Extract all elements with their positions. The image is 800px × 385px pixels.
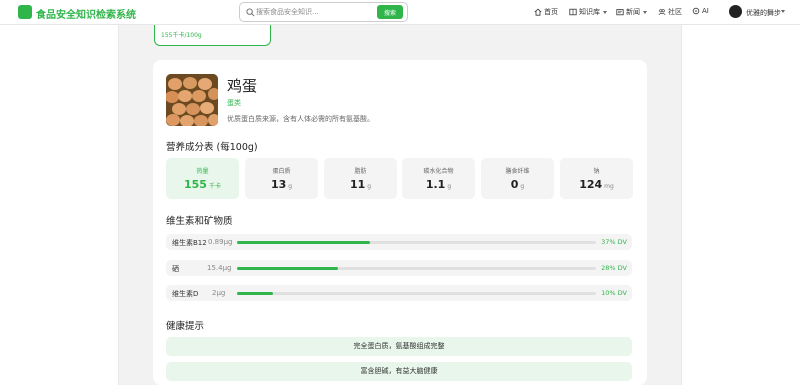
food-name: 鸡蛋	[227, 77, 258, 95]
nutrient-number: 13	[270, 178, 287, 191]
nutrient-unit: g	[288, 183, 293, 190]
vitamin-progress-track	[237, 267, 596, 270]
nav-home-label: 首页	[544, 8, 558, 16]
app-title[interactable]: 食品安全知识检索系统	[36, 6, 136, 21]
chevron-down-icon	[643, 10, 647, 14]
news-icon	[616, 9, 624, 16]
nutrient-unit: g	[447, 183, 452, 190]
vitamin-name: 维生素D	[172, 290, 199, 298]
nutrient-value: 1.1 g	[402, 178, 475, 191]
nutrient-card-fat: 脂肪 11 g	[324, 158, 397, 199]
nav-ai-label: AI	[702, 7, 709, 15]
food-image	[166, 74, 218, 126]
search-bar: 搜索	[239, 2, 408, 22]
nav-community[interactable]: 社区	[658, 7, 682, 17]
health-tip: 完全蛋白质，氨基酸组成完整	[166, 337, 632, 356]
search-input[interactable]	[256, 6, 366, 18]
food-category[interactable]: 蛋类	[227, 98, 241, 108]
vitamin-progress-track	[237, 292, 596, 295]
nutrient-value: 11 g	[324, 178, 397, 191]
nutrient-label: 脂肪	[354, 168, 367, 175]
vitamin-dv: 10% DV	[601, 289, 627, 297]
vitamin-progress-fill	[237, 267, 338, 270]
vitamins-title: 维生素和矿物质	[166, 216, 233, 227]
nutrient-value: 0g	[481, 178, 554, 191]
nutrient-value: 155 千卡	[166, 178, 239, 191]
vitamin-progress-track	[237, 241, 596, 244]
nutrient-unit: g	[520, 183, 525, 190]
nutrient-label: 蛋白质	[272, 168, 291, 175]
nutrient-unit: 千卡	[208, 183, 221, 190]
nutrient-unit: mg	[604, 183, 614, 190]
search-icon	[246, 8, 255, 17]
nutrient-number: 124	[579, 178, 603, 191]
nutrient-card-sodium: 钠 124 mg	[560, 158, 633, 199]
nutrient-value: 124 mg	[560, 178, 633, 191]
nav-knowledge-label: 知识库	[579, 8, 600, 16]
logo-icon[interactable]	[18, 5, 32, 19]
health-tip: 富含胆碱，有益大脑健康	[166, 362, 632, 381]
vitamin-amount: 0.89μg	[208, 238, 233, 246]
vitamin-progress-fill	[237, 292, 273, 295]
vitamin-dv: 28% DV	[601, 264, 627, 272]
nutrient-card-calories: 热量 155 千卡	[166, 158, 239, 199]
vitamin-name: 硒	[172, 265, 179, 273]
nutrient-card-protein: 蛋白质 13 g	[245, 158, 318, 199]
nav-knowledge[interactable]: 知识库	[569, 7, 607, 17]
egg-basket-icon	[166, 74, 218, 126]
top-header: 食品安全知识检索系统 搜索 首页 知识库 新闻 社区 AI 优雅的舞步	[0, 0, 800, 25]
nutrient-number: 1.1	[425, 178, 446, 191]
nav-home[interactable]: 首页	[534, 7, 558, 17]
vitamin-row: 维生素B12 0.89μg 37% DV	[166, 234, 632, 250]
nutrient-card-fiber: 膳食纤维 0g	[481, 158, 554, 199]
nutrient-label: 钠	[593, 168, 600, 175]
nav-community-label: 社区	[668, 8, 682, 16]
vitamin-amount: 2μg	[212, 289, 226, 297]
nutrient-card-carbs: 碳水化合物 1.1 g	[402, 158, 475, 199]
nutrient-number: 11	[349, 178, 366, 191]
nutrient-number: 0	[510, 178, 519, 191]
nutrient-unit: g	[367, 183, 372, 190]
vitamin-progress-fill	[237, 241, 370, 244]
search-button[interactable]: 搜索	[377, 5, 403, 19]
nutrition-title: 营养成分表 (每100g)	[166, 142, 258, 153]
nav-ai[interactable]: AI	[692, 7, 709, 15]
home-icon	[534, 8, 542, 16]
nutrient-label: 膳食纤维	[505, 168, 530, 175]
user-name[interactable]: 优雅的舞步	[746, 8, 781, 18]
book-icon	[569, 8, 577, 16]
vitamin-row: 硒 15.4μg 28% DV	[166, 260, 632, 276]
nutrient-label: 碳水化合物	[423, 168, 454, 175]
vitamin-name: 维生素B12	[172, 239, 207, 247]
previous-card-calories: 155千卡/100g	[161, 32, 202, 39]
ai-icon	[692, 7, 700, 15]
health-title: 健康提示	[166, 321, 205, 332]
nutrient-label: 热量	[196, 168, 209, 175]
nav-news[interactable]: 新闻	[616, 7, 647, 17]
community-icon	[658, 9, 666, 16]
food-description: 优质蛋白质来源，含有人体必需的所有氨基酸。	[227, 115, 374, 123]
avatar[interactable]	[729, 5, 742, 18]
nutrient-number: 155	[184, 178, 207, 191]
chevron-down-icon[interactable]	[781, 10, 785, 13]
nav-news-label: 新闻	[626, 8, 640, 16]
previous-food-card[interactable]: 155千卡/100g	[154, 25, 271, 46]
chevron-down-icon	[603, 10, 607, 14]
vitamin-amount: 15.4μg	[207, 264, 232, 272]
vitamin-row: 维生素D 2μg 10% DV	[166, 285, 632, 301]
nutrient-value: 13 g	[245, 178, 318, 191]
vitamin-dv: 37% DV	[601, 238, 627, 246]
